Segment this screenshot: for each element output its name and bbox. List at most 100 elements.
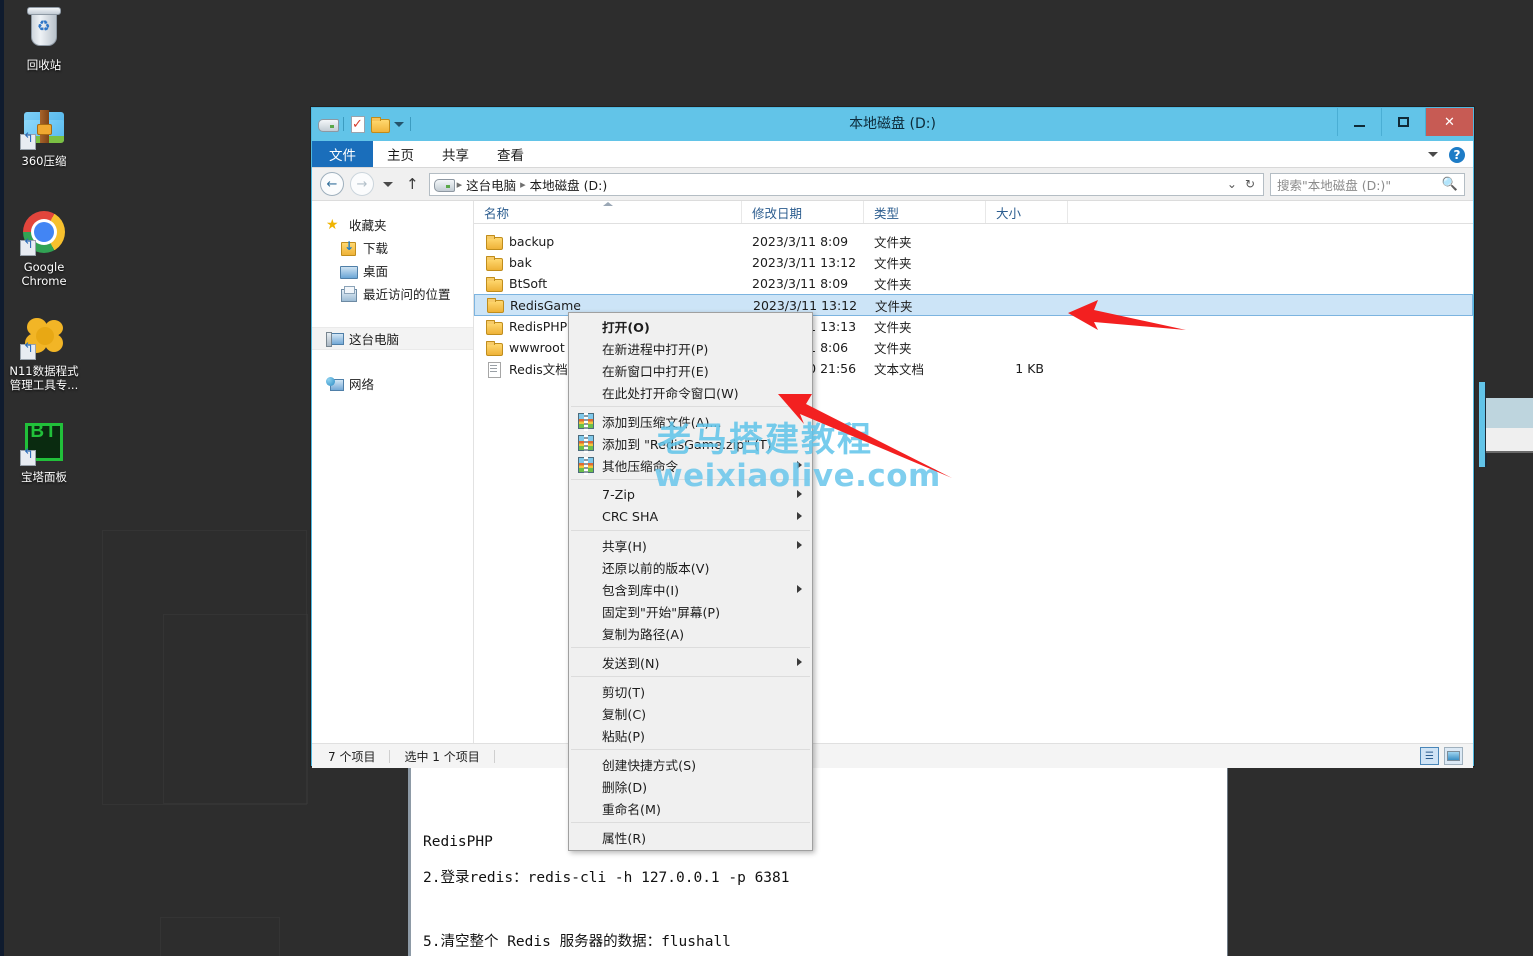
minimize-button[interactable] — [1337, 108, 1381, 136]
desktop-icon-label: 回收站 — [0, 58, 88, 72]
desktop-icon-bt-panel[interactable]: BT 宝塔面板 — [0, 418, 88, 484]
menu-item-create-shortcut[interactable]: 创建快捷方式(S) — [569, 753, 812, 775]
menu-item-pin-to-start[interactable]: 固定到"开始"屏幕(P) — [569, 600, 812, 622]
ribbon-right-controls[interactable]: ? — [1428, 141, 1465, 168]
menu-item-crc-sha[interactable]: CRC SHA — [569, 505, 812, 527]
menu-item-other-archive-commands[interactable]: 其他压缩命令 — [569, 454, 812, 476]
menu-item-paste[interactable]: 粘贴(P) — [569, 724, 812, 746]
context-menu[interactable]: 打开(O) 在新进程中打开(P) 在新窗口中打开(E) 在此处打开命令窗口(W)… — [568, 312, 813, 851]
menu-item-7zip[interactable]: 7-Zip — [569, 483, 812, 505]
close-button[interactable]: ✕ — [1425, 108, 1473, 136]
menu-item-open[interactable]: 打开(O) — [569, 315, 812, 337]
search-input[interactable]: 搜索"本地磁盘 (D:)" 🔍 — [1270, 173, 1465, 196]
menu-separator — [571, 749, 810, 750]
file-name: RedisPHP — [509, 319, 567, 334]
thumbnail-view-button[interactable] — [1444, 747, 1463, 765]
view-mode-buttons[interactable]: ☰ — [1420, 747, 1463, 765]
column-label: 大小 — [996, 203, 1021, 222]
menu-item-restore-previous-versions[interactable]: 还原以前的版本(V) — [569, 556, 812, 578]
menu-item-add-to-archive[interactable]: 添加到压缩文件(A)... — [569, 410, 812, 432]
chevron-down-icon[interactable] — [383, 182, 393, 187]
up-button[interactable]: ↑ — [402, 175, 423, 193]
text-line: RedisPHP — [423, 834, 493, 850]
back-button[interactable]: ← — [320, 172, 344, 196]
menu-item-share[interactable]: 共享(H) — [569, 534, 812, 556]
chevron-down-icon[interactable] — [1428, 152, 1438, 157]
address-bar[interactable]: ← → ↑ ▸ 这台电脑 ▸ 本地磁盘 (D:) ⌄ ↻ 搜索"本地磁盘 (D:… — [312, 168, 1473, 201]
column-headers[interactable]: 名称 修改日期 类型 大小 — [474, 201, 1473, 224]
menu-item-include-in-library[interactable]: 包含到库中(I) — [569, 578, 812, 600]
column-header-size[interactable]: 大小 — [986, 201, 1068, 223]
desktop-icon-360zip[interactable]: 360压缩 — [0, 102, 88, 168]
menu-item-open-new-window[interactable]: 在新窗口中打开(E) — [569, 359, 812, 381]
menu-item-properties[interactable]: 属性(R) — [569, 826, 812, 848]
breadcrumb-dropdown-icon[interactable]: ⌄ — [1227, 177, 1237, 191]
tab-share[interactable]: 共享 — [428, 141, 483, 167]
search-icon[interactable]: 🔍 — [1442, 177, 1458, 192]
breadcrumb-item-this-pc[interactable]: 这台电脑 — [466, 175, 516, 194]
desktop-icon-label: 宝塔面板 — [0, 470, 88, 484]
menu-item-copy[interactable]: 复制(C) — [569, 702, 812, 724]
column-header-name[interactable]: 名称 — [474, 201, 742, 223]
tab-home[interactable]: 主页 — [373, 141, 428, 167]
submenu-arrow-icon — [797, 490, 802, 498]
refresh-icon[interactable]: ↻ — [1245, 177, 1255, 191]
forward-button[interactable]: → — [350, 172, 374, 196]
status-divider — [389, 750, 390, 763]
bt-panel-icon: BT — [20, 418, 68, 466]
column-label: 类型 — [874, 203, 899, 222]
navigation-pane[interactable]: ★ 收藏夹 下载 桌面 最近访问的位置 这台电脑 — [312, 201, 474, 743]
menu-separator — [571, 479, 810, 480]
desktop-icon-chrome[interactable]: Google Chrome — [0, 208, 88, 288]
window-title: 本地磁盘 (D:) — [312, 108, 1473, 141]
table-row[interactable]: BtSoft 2023/3/11 8:09 文件夹 — [474, 273, 1473, 294]
zip-icon — [578, 413, 594, 429]
menu-item-label: CRC SHA — [602, 509, 658, 524]
table-row[interactable]: bak 2023/3/11 13:12 文件夹 — [474, 252, 1473, 273]
background-window-sliver[interactable] — [1479, 382, 1533, 467]
menu-item-rename[interactable]: 重命名(M) — [569, 797, 812, 819]
breadcrumb-item-local-disk[interactable]: 本地磁盘 (D:) — [530, 175, 608, 194]
ribbon-tab-strip[interactable]: 文件 主页 共享 查看 ? — [312, 141, 1473, 168]
sidebar-item-desktop[interactable]: 桌面 — [312, 259, 473, 282]
menu-item-send-to[interactable]: 发送到(N) — [569, 651, 812, 673]
sidebar-item-downloads[interactable]: 下载 — [312, 236, 473, 259]
sidebar-item-label: 下载 — [363, 238, 388, 257]
file-type: 文件夹 — [864, 274, 986, 293]
breadcrumb-separator: ▸ — [457, 178, 463, 191]
file-date: 2023/3/11 13:12 — [742, 255, 864, 270]
menu-item-delete[interactable]: 删除(D) — [569, 775, 812, 797]
menu-item-copy-as-path[interactable]: 复制为路径(A) — [569, 622, 812, 644]
menu-item-label: 其他压缩命令 — [602, 456, 678, 475]
help-icon[interactable]: ? — [1449, 147, 1465, 163]
sidebar-item-favorites[interactable]: ★ 收藏夹 — [312, 213, 473, 236]
tab-file[interactable]: 文件 — [312, 141, 373, 167]
maximize-button[interactable] — [1381, 108, 1425, 136]
text-line: 2.登录redis：redis-cli -h 127.0.0.1 -p 6381 — [423, 866, 790, 887]
menu-item-open-new-process[interactable]: 在新进程中打开(P) — [569, 337, 812, 359]
sidebar-item-recent-places[interactable]: 最近访问的位置 — [312, 282, 473, 305]
window-controls[interactable]: ✕ — [1337, 108, 1473, 136]
file-name: BtSoft — [509, 276, 547, 291]
text-editor-window[interactable]: RedisPHP 2.登录redis：redis-cli -h 127.0.0.… — [408, 762, 1228, 956]
sidebar-item-this-pc[interactable]: 这台电脑 — [312, 327, 473, 350]
column-label: 修改日期 — [752, 203, 802, 222]
file-type: 文本文档 — [864, 359, 986, 378]
table-row[interactable]: backup 2023/3/11 8:09 文件夹 — [474, 231, 1473, 252]
menu-item-cut[interactable]: 剪切(T) — [569, 680, 812, 702]
menu-item-open-command-window-here[interactable]: 在此处打开命令窗口(W) — [569, 381, 812, 403]
sidebar-item-network[interactable]: 网络 — [312, 372, 473, 395]
search-placeholder: 搜索"本地磁盘 (D:)" — [1277, 175, 1391, 194]
downloads-icon — [340, 240, 356, 256]
n11-tool-icon — [20, 312, 68, 360]
breadcrumb[interactable]: ▸ 这台电脑 ▸ 本地磁盘 (D:) ⌄ ↻ — [429, 173, 1264, 196]
details-view-button[interactable]: ☰ — [1420, 747, 1439, 765]
column-header-type[interactable]: 类型 — [864, 201, 986, 223]
file-explorer-window[interactable]: 本地磁盘 (D:) ✕ 文件 主页 共享 查看 ? ← → ↑ ▸ 这台电脑 ▸… — [311, 107, 1474, 766]
tab-view[interactable]: 查看 — [483, 141, 538, 167]
window-title-bar[interactable]: 本地磁盘 (D:) ✕ — [312, 108, 1473, 141]
column-header-date[interactable]: 修改日期 — [742, 201, 864, 223]
desktop-icon-n11-tool[interactable]: N11数据程式 管理工具专... — [0, 312, 88, 392]
desktop-icon-recycle-bin[interactable]: ♻ 回收站 — [0, 6, 88, 72]
menu-item-add-to-redisgame-zip[interactable]: 添加到 "RedisGame.zip" (T) — [569, 432, 812, 454]
